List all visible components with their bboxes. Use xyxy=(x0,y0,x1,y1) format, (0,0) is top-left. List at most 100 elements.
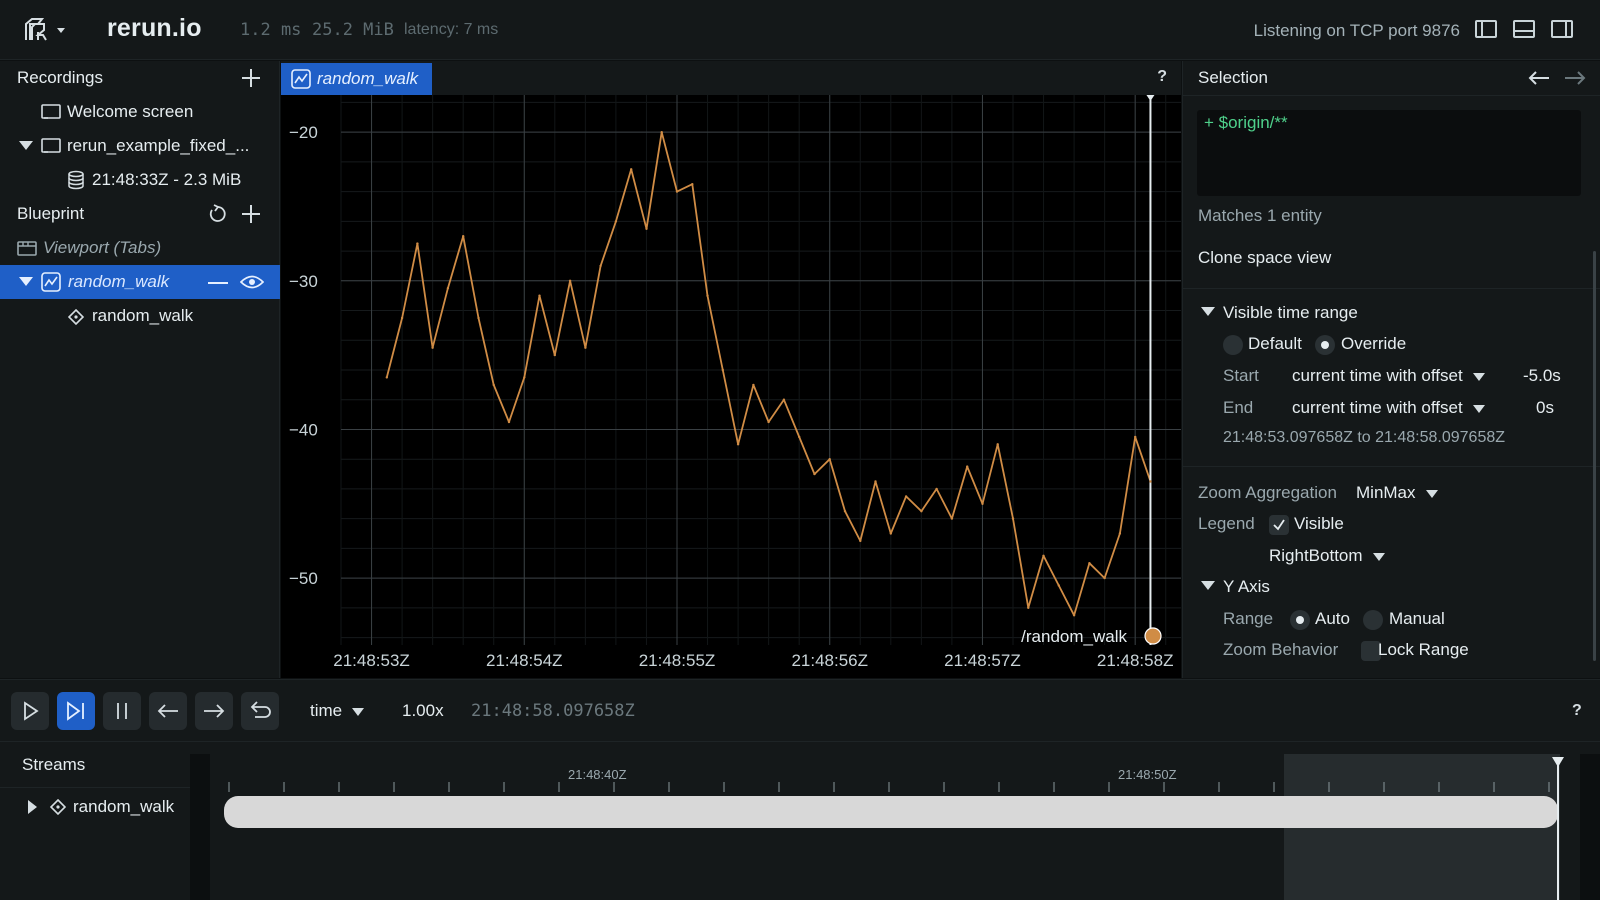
chevron-down-icon[interactable] xyxy=(19,141,33,151)
recording-item-welcome[interactable]: Welcome screen xyxy=(0,95,280,129)
series-point xyxy=(935,487,938,491)
series-point xyxy=(507,420,511,424)
zoom-aggregation-dropdown[interactable]: MinMax xyxy=(1356,483,1438,503)
time-ruler[interactable]: 21:48:40Z 21:48:50Z xyxy=(190,754,1600,900)
legend-position-dropdown[interactable]: RightBottom xyxy=(1269,546,1385,566)
entity-query-editor[interactable]: + $origin/** xyxy=(1197,110,1581,196)
reset-blueprint-icon[interactable] xyxy=(208,204,228,224)
top-bar: rerun.io 1.2 ms 25.2 MiB latency: 7 ms L… xyxy=(0,0,1600,60)
rerun-menu-button[interactable] xyxy=(22,16,72,44)
radio-range-auto[interactable] xyxy=(1290,610,1310,630)
series-point xyxy=(1042,554,1045,557)
legend-visible-checkbox[interactable] xyxy=(1269,515,1289,535)
y-tick-label: −40 xyxy=(289,420,318,439)
series-point xyxy=(996,443,999,446)
x-tick-label: 21:48:54Z xyxy=(486,651,563,670)
radio-default-label: Default xyxy=(1248,334,1302,353)
legend-visible-label: Visible xyxy=(1294,514,1344,533)
follow-button[interactable] xyxy=(57,692,95,730)
zoom-behavior-label: Zoom Behavior xyxy=(1223,640,1339,659)
start-offset-value[interactable]: -5.0s xyxy=(1523,366,1561,386)
viewport-label: Viewport (Tabs) xyxy=(43,238,162,257)
add-recording-icon[interactable] xyxy=(241,68,261,88)
series-point xyxy=(477,316,480,320)
radio-range-manual[interactable] xyxy=(1363,610,1383,630)
series-point xyxy=(691,183,694,186)
ruler-tick-label: 21:48:40Z xyxy=(568,767,627,782)
view-help-button[interactable]: ? xyxy=(1157,68,1167,86)
playback-speed[interactable]: 1.00x xyxy=(402,701,444,721)
tab-random-walk[interactable]: random_walk xyxy=(281,63,432,95)
remove-view-icon[interactable] xyxy=(208,281,228,285)
entity-item-label: random_walk xyxy=(92,306,194,325)
series-point xyxy=(966,465,969,468)
pause-button[interactable] xyxy=(103,692,141,730)
timeline-selector[interactable]: time xyxy=(310,701,365,721)
back-arrow-icon[interactable] xyxy=(1527,70,1551,86)
time-panel: time 1.00x 21:48:58.097658Z ? Streams ra… xyxy=(0,679,1600,900)
toggle-right-panel-icon[interactable] xyxy=(1551,20,1573,38)
view-item-random-walk[interactable]: random_walk xyxy=(0,265,280,299)
query-text: + $origin/** xyxy=(1204,113,1288,132)
y-tick-label: −30 xyxy=(289,272,318,291)
timeline-cursor-head[interactable] xyxy=(1552,757,1564,767)
y-axis-header[interactable]: Y Axis xyxy=(1223,577,1270,597)
series-point xyxy=(721,368,724,372)
clone-space-view-button[interactable]: Clone space view xyxy=(1198,248,1331,268)
legend-label: /random_walk xyxy=(1021,627,1127,646)
play-button[interactable] xyxy=(11,692,49,730)
blueprint-title: Blueprint xyxy=(17,204,85,223)
current-time[interactable]: 21:48:58.097658Z xyxy=(471,701,635,721)
dropdown-caret-icon xyxy=(1472,372,1485,381)
series-point xyxy=(752,383,755,387)
end-offset-value[interactable]: 0s xyxy=(1536,398,1554,418)
chevron-down-icon[interactable] xyxy=(1201,307,1215,317)
timeline-area[interactable]: 21:48:40Z 21:48:50Z xyxy=(190,754,1600,900)
timeseries-view-icon xyxy=(41,272,61,292)
series-point xyxy=(1103,576,1106,580)
legend-color-dot xyxy=(1144,627,1162,645)
time-cursor-head[interactable] xyxy=(1146,95,1155,101)
toggle-left-panel-icon[interactable] xyxy=(1475,20,1497,38)
chevron-right-icon[interactable] xyxy=(28,800,38,814)
start-mode-value: current time with offset xyxy=(1292,366,1463,385)
recording-item-session[interactable]: 21:48:33Z - 2.3 MiB xyxy=(0,163,280,197)
timeseries-plot[interactable]: −20 −30 −40 −50 21:48:53Z 21:48:54Z 21:48:55Z… xyxy=(281,95,1181,678)
plot-canvas[interactable]: −20 −30 −40 −50 21:48:53Z 21:48:54Z 21:48:55Z… xyxy=(281,95,1181,678)
y-tick-label: −20 xyxy=(289,123,318,142)
streams-title: Streams xyxy=(22,755,86,774)
selection-scrollbar[interactable] xyxy=(1593,251,1596,661)
start-mode-dropdown[interactable]: current time with offset xyxy=(1292,366,1485,386)
series-point xyxy=(782,398,786,401)
radio-default[interactable] xyxy=(1223,335,1243,355)
selection-panel: Selection + $origin/** Matches 1 entity … xyxy=(1182,61,1600,678)
arrow-right-icon xyxy=(204,704,225,718)
chevron-down-icon[interactable] xyxy=(1201,581,1215,591)
step-back-button[interactable] xyxy=(149,692,187,730)
recording-item-app[interactable]: rerun_example_fixed_... xyxy=(0,129,280,163)
end-mode-dropdown[interactable]: current time with offset xyxy=(1292,398,1485,418)
stream-data-bar[interactable] xyxy=(224,796,1558,828)
viewport-item[interactable]: Viewport (Tabs) xyxy=(0,231,280,265)
app-title[interactable]: rerun.io xyxy=(107,14,202,43)
stream-row-random-walk[interactable]: random_walk xyxy=(0,790,190,824)
entity-item-random-walk[interactable]: random_walk xyxy=(0,299,280,333)
time-panel-help-button[interactable]: ? xyxy=(1572,702,1582,720)
radio-override[interactable] xyxy=(1315,335,1335,355)
time-range-text: 21:48:53.097658Z to 21:48:58.097658Z xyxy=(1223,429,1506,446)
series-point xyxy=(492,383,495,387)
visibility-eye-icon[interactable] xyxy=(240,274,264,290)
zoom-aggregation-value: MinMax xyxy=(1356,483,1416,502)
series-point xyxy=(828,458,831,461)
zoom-aggregation-label: Zoom Aggregation xyxy=(1198,483,1337,502)
frame-time: 1.2 ms xyxy=(240,20,302,40)
visible-time-range-header[interactable]: Visible time range xyxy=(1223,303,1358,323)
toggle-bottom-panel-icon[interactable] xyxy=(1513,20,1535,38)
loop-button[interactable] xyxy=(241,692,279,730)
step-forward-button[interactable] xyxy=(195,692,233,730)
plot-legend[interactable]: /random_walk xyxy=(1021,627,1162,646)
add-view-icon[interactable] xyxy=(241,204,261,224)
chevron-down-icon[interactable] xyxy=(19,277,33,287)
view-item-label: random_walk xyxy=(68,272,170,291)
series-point xyxy=(614,220,618,223)
